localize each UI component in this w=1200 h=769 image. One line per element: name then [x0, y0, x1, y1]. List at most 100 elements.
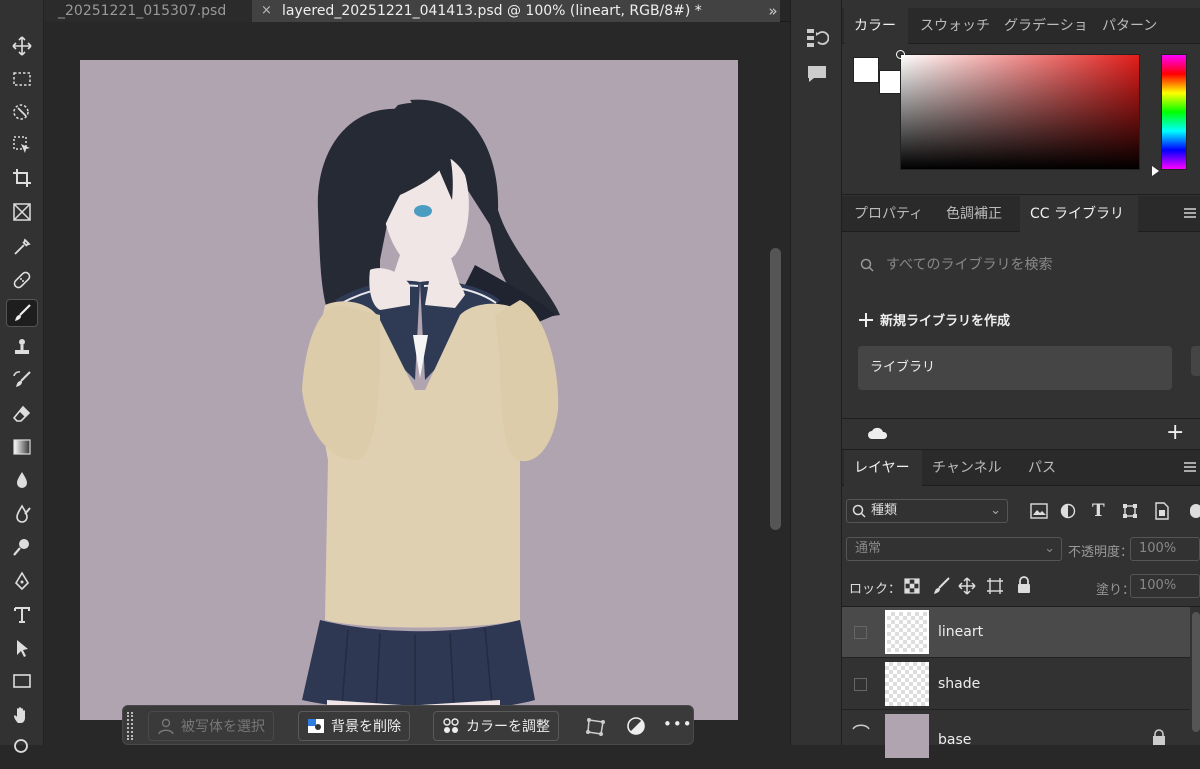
contextual-task-bar: 被写体を選択 背景を削除 カラーを調整 •••	[122, 705, 694, 745]
color-panel-tabs: カラー スウォッチ グラデーショ パターン	[842, 8, 1200, 44]
tab-paths[interactable]: パス	[1018, 450, 1068, 486]
history-brush-tool-icon[interactable]	[6, 366, 38, 394]
tab-swatches[interactable]: スウォッチ	[910, 8, 994, 44]
layer-thumbnail	[885, 714, 929, 758]
layer-name[interactable]: shade	[938, 659, 980, 710]
tab-properties[interactable]: プロパティ	[844, 196, 936, 232]
library-item[interactable]: ライブラリ	[858, 346, 1172, 390]
layer-filter-select[interactable]: 種類 ⌄	[846, 499, 1008, 523]
document-tab[interactable]: _20251221_015307.psd	[44, 0, 252, 22]
chevron-down-icon: ⌄	[990, 503, 1001, 518]
tab-patterns[interactable]: パターン	[1092, 8, 1164, 44]
rectangle-tool-icon[interactable]	[6, 667, 38, 695]
frame-tool-icon[interactable]	[6, 198, 38, 226]
clone-stamp-tool-icon[interactable]	[6, 333, 38, 361]
hue-slider-handle[interactable]	[1152, 166, 1159, 176]
blur-tool-icon[interactable]	[6, 466, 38, 494]
layer-visibility-toggle[interactable]	[854, 626, 867, 639]
fill-input[interactable]: 100%	[1130, 574, 1200, 598]
adjust-color-button[interactable]: カラーを調整	[433, 711, 559, 741]
drag-handle-icon[interactable]	[127, 712, 133, 740]
object-selection-tool-icon[interactable]	[6, 98, 38, 126]
foreground-color-swatch[interactable]	[853, 57, 879, 83]
path-selection-tool-icon[interactable]	[6, 634, 38, 662]
transform-icon[interactable]	[585, 716, 607, 738]
select-subject-icon	[157, 717, 175, 735]
layers-scrollbar[interactable]	[1192, 612, 1200, 732]
lock-image-pixels-icon[interactable]	[932, 577, 950, 595]
create-new-library-button[interactable]: 新規ライブラリを作成	[856, 310, 1010, 334]
hand-tool-icon[interactable]	[6, 701, 38, 729]
panel-dock-strip	[790, 0, 842, 745]
layer-thumbnail	[885, 662, 929, 706]
mask-icon[interactable]	[626, 716, 646, 736]
marquee-tool-icon[interactable]	[6, 65, 38, 93]
panel-menu-icon[interactable]	[1184, 462, 1196, 472]
smart-object-filter-icon[interactable]	[1154, 502, 1170, 520]
move-tool-icon[interactable]	[6, 32, 38, 60]
panel-menu-icon[interactable]	[1184, 208, 1196, 218]
document-tab-active[interactable]: × layered_20251221_041413.psd @ 100% (li…	[252, 0, 780, 22]
chevron-down-icon: ⌄	[1044, 541, 1055, 556]
type-layer-filter-icon[interactable]: T	[1092, 501, 1105, 521]
type-tool-icon[interactable]	[6, 601, 38, 629]
comments-panel-icon[interactable]	[805, 62, 829, 86]
pen-tool-icon[interactable]	[6, 567, 38, 595]
layers-panel-tabs: レイヤー チャンネル パス	[842, 450, 1200, 486]
tab-cc-libraries[interactable]: CC ライブラリ	[1020, 196, 1138, 232]
tab-adjustments[interactable]: 色調補正	[936, 196, 1020, 232]
lock-transparent-pixels-icon[interactable]	[904, 578, 920, 594]
history-panel-icon[interactable]	[805, 26, 830, 50]
adjustment-layer-filter-icon[interactable]	[1060, 503, 1076, 519]
select-subject-button[interactable]: 被写体を選択	[148, 711, 274, 741]
more-options-icon[interactable]: •••	[663, 715, 693, 733]
eye-icon[interactable]	[852, 723, 870, 733]
opacity-label: 不透明度：	[1068, 545, 1134, 560]
eyedropper-tool-icon[interactable]	[6, 233, 38, 261]
layer-thumbnail	[885, 610, 929, 654]
healing-brush-tool-icon[interactable]	[6, 266, 38, 294]
smudge-tool-icon[interactable]	[6, 500, 38, 528]
filter-search-icon	[852, 504, 866, 518]
layer-name[interactable]: lineart	[938, 607, 983, 658]
opacity-input[interactable]: 100%	[1130, 537, 1200, 561]
canvas-vertical-scrollbar[interactable]	[770, 248, 781, 530]
filter-toggle-icon[interactable]	[1190, 504, 1200, 518]
close-tab-icon[interactable]: ×	[261, 0, 272, 22]
color-picker-cursor[interactable]	[896, 50, 905, 59]
frame-select-tool-icon[interactable]	[6, 131, 38, 159]
lock-position-icon[interactable]	[958, 577, 976, 595]
shape-layer-filter-icon[interactable]	[1122, 503, 1138, 519]
properties-panel-tabs: プロパティ 色調補正 CC ライブラリ	[842, 196, 1200, 232]
layer-name[interactable]: base	[938, 711, 971, 769]
dodge-tool-icon[interactable]	[6, 533, 38, 561]
tab-gradients[interactable]: グラデーショ	[994, 8, 1092, 44]
tab-layers[interactable]: レイヤー	[844, 450, 922, 486]
pixel-layer-filter-icon[interactable]	[1030, 503, 1048, 519]
hue-slider[interactable]	[1161, 54, 1187, 170]
lock-label: ロック：	[849, 582, 902, 597]
crop-tool-icon[interactable]	[6, 164, 38, 192]
cloud-icon[interactable]	[866, 425, 890, 441]
blend-mode-select[interactable]: 通常 ⌄	[846, 537, 1062, 561]
color-field[interactable]	[900, 54, 1140, 170]
library-item-partial[interactable]	[1191, 346, 1200, 376]
tab-overflow-icon[interactable]: »	[756, 0, 790, 22]
gradient-tool-icon[interactable]	[6, 433, 38, 461]
library-search-input[interactable]: すべてのライブラリを検索	[856, 250, 1186, 280]
layer-row-base[interactable]: base	[842, 711, 1190, 758]
lock-all-icon[interactable]	[1016, 576, 1032, 594]
background-color-swatch[interactable]	[879, 70, 901, 94]
add-library-icon[interactable]: +	[1166, 422, 1188, 444]
remove-background-button[interactable]: 背景を削除	[298, 711, 410, 741]
layer-row-shade[interactable]: shade	[842, 659, 1190, 710]
eraser-tool-icon[interactable]	[6, 400, 38, 428]
zoom-tool-icon[interactable]	[6, 733, 38, 761]
lock-artboard-icon[interactable]	[986, 577, 1004, 595]
document-canvas[interactable]	[80, 60, 738, 720]
layer-row-lineart[interactable]: lineart	[842, 607, 1190, 658]
layer-visibility-toggle[interactable]	[854, 678, 867, 691]
tab-channels[interactable]: チャンネル	[922, 450, 1018, 486]
brush-tool-icon[interactable]	[6, 299, 38, 327]
tab-color[interactable]: カラー	[844, 8, 908, 44]
